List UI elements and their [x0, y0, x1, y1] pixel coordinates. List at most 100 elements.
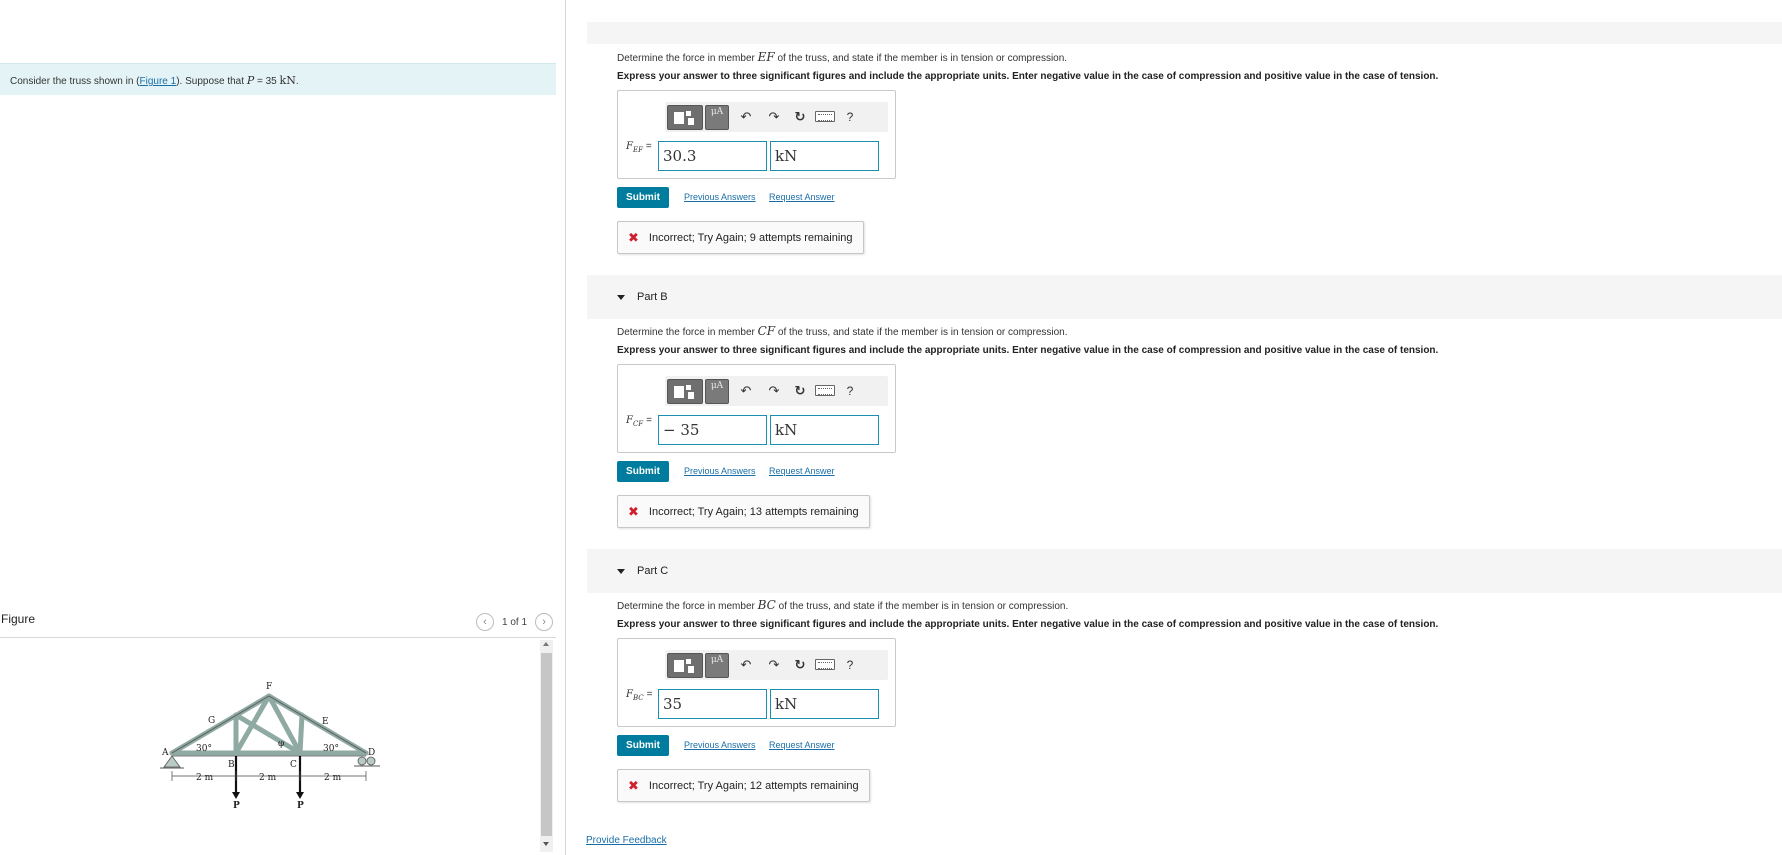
- previous-answers-link[interactable]: Previous Answers: [684, 192, 756, 202]
- next-figure-button[interactable]: ›: [535, 613, 554, 631]
- question-prefix: Determine the force in member: [617, 601, 758, 612]
- problem-text-middle: ). Suppose that: [176, 76, 247, 87]
- scroll-thumb[interactable]: [541, 653, 552, 836]
- part-c-feedback: ✖ Incorrect; Try Again; 12 attempts rema…: [617, 769, 870, 802]
- undo-icon[interactable]: ↶: [737, 656, 755, 674]
- help-icon[interactable]: ?: [841, 656, 859, 674]
- answer-units-input[interactable]: kN: [770, 415, 879, 445]
- reset-icon[interactable]: ↻: [791, 382, 809, 400]
- label-c: C: [290, 760, 297, 770]
- problem-statement: Consider the truss shown in (Figure 1). …: [0, 63, 556, 95]
- templates-button[interactable]: [667, 379, 703, 404]
- right-pane: Determine the force in member EF of the …: [567, 0, 1782, 855]
- left-pane: Consider the truss shown in (Figure 1). …: [0, 0, 566, 855]
- part-a-question: Determine the force in member EF of the …: [617, 50, 1067, 64]
- part-b-feedback: ✖ Incorrect; Try Again; 13 attempts rema…: [617, 495, 870, 528]
- label-f: F: [266, 682, 272, 692]
- figure-pager: ‹ 1 of 1 ›: [476, 613, 554, 631]
- request-answer-link[interactable]: Request Answer: [769, 466, 835, 476]
- part-a-header-strip: [587, 22, 1782, 44]
- collapse-caret-icon[interactable]: [617, 568, 625, 574]
- part-b-header[interactable]: Part B: [587, 275, 1782, 319]
- redo-icon[interactable]: ↷: [765, 656, 783, 674]
- submit-button[interactable]: Submit: [617, 735, 669, 756]
- submit-button[interactable]: Submit: [617, 187, 669, 208]
- member-name: EF: [757, 50, 775, 64]
- angle-right: 30°: [323, 744, 339, 754]
- truss-figure: A B C D E F G 30° 30° φ 2 m 2 m 2 m P P: [160, 682, 380, 811]
- redo-icon[interactable]: ↷: [765, 382, 783, 400]
- incorrect-icon: ✖: [628, 777, 639, 793]
- answer-value-input[interactable]: 35: [658, 689, 767, 719]
- incorrect-icon: ✖: [628, 503, 639, 519]
- problem-unit: kN: [279, 74, 296, 87]
- figure-scrollbar[interactable]: [540, 640, 553, 852]
- problem-text-prefix: Consider the truss shown in (: [10, 76, 140, 87]
- label-a: A: [161, 748, 169, 758]
- part-c-title: Part C: [637, 565, 669, 577]
- previous-answers-link[interactable]: Previous Answers: [684, 740, 756, 750]
- request-answer-link[interactable]: Request Answer: [769, 740, 835, 750]
- undo-icon[interactable]: ↶: [737, 108, 755, 126]
- problem-suffix: .: [295, 76, 299, 87]
- question-suffix: of the truss, and state if the member is…: [774, 53, 1068, 64]
- scroll-down-arrow[interactable]: [543, 842, 549, 846]
- answer-units-input[interactable]: kN: [770, 141, 879, 171]
- collapse-caret-icon[interactable]: [617, 294, 625, 300]
- provide-feedback-link[interactable]: Provide Feedback: [586, 835, 667, 846]
- answer-value-input[interactable]: 30.3: [658, 141, 767, 171]
- part-c-question: Determine the force in member BC of the …: [617, 598, 1068, 612]
- keyboard-icon[interactable]: [815, 659, 835, 670]
- dim-label-3: 2 m: [324, 773, 342, 783]
- submit-button[interactable]: Submit: [617, 461, 669, 482]
- incorrect-icon: ✖: [628, 229, 639, 245]
- units-button[interactable]: μA: [705, 653, 729, 678]
- templates-button[interactable]: [667, 653, 703, 678]
- feedback-message: Incorrect; Try Again; 9 attempts remaini…: [648, 231, 853, 244]
- prev-figure-button[interactable]: ‹: [476, 613, 494, 631]
- question-suffix: of the truss, and state if the member is…: [775, 327, 1068, 338]
- help-icon[interactable]: ?: [841, 108, 859, 126]
- previous-answers-link[interactable]: Previous Answers: [684, 466, 756, 476]
- label-g: G: [208, 716, 215, 726]
- answer-variable: FBC =: [626, 689, 653, 702]
- reset-icon[interactable]: ↻: [791, 656, 809, 674]
- undo-icon[interactable]: ↶: [737, 382, 755, 400]
- answer-variable: FCF =: [626, 415, 653, 428]
- help-icon[interactable]: ?: [841, 382, 859, 400]
- angle-left: 30°: [196, 744, 212, 754]
- answer-units-input[interactable]: kN: [770, 689, 879, 719]
- question-prefix: Determine the force in member: [617, 327, 758, 338]
- load-label-2: P: [297, 801, 304, 811]
- figure-title: Figure: [1, 612, 36, 626]
- label-d: D: [368, 748, 375, 758]
- part-c-header[interactable]: Part C: [587, 549, 1782, 593]
- keyboard-icon[interactable]: [815, 111, 835, 122]
- keyboard-icon[interactable]: [815, 385, 835, 396]
- units-button[interactable]: μA: [705, 105, 729, 130]
- part-a-answer-box: μA ↶ ↷ ↻ ? FEF = 30.3 kN: [617, 90, 896, 179]
- question-suffix: of the truss, and state if the member is…: [775, 601, 1069, 612]
- member-name: BC: [757, 598, 776, 612]
- answer-variable: FEF =: [626, 141, 652, 154]
- templates-button[interactable]: [667, 105, 703, 130]
- request-answer-link[interactable]: Request Answer: [769, 192, 835, 202]
- scroll-up-arrow[interactable]: [543, 642, 549, 646]
- feedback-message: Incorrect; Try Again; 12 attempts remain…: [648, 779, 859, 792]
- part-c-answer-box: μA ↶ ↷ ↻ ? FBC = 35 kN: [617, 638, 896, 727]
- redo-icon[interactable]: ↷: [765, 108, 783, 126]
- dim-label-1: 2 m: [196, 773, 214, 783]
- part-a-feedback: ✖ Incorrect; Try Again; 9 attempts remai…: [617, 221, 864, 254]
- units-button[interactable]: μA: [705, 379, 729, 404]
- part-c-instructions: Express your answer to three significant…: [617, 619, 1439, 630]
- figure-link[interactable]: Figure 1: [140, 76, 177, 87]
- math-toolbar: μA ↶ ↷ ↻ ?: [665, 376, 888, 406]
- part-b-question: Determine the force in member CF of the …: [617, 324, 1068, 338]
- roller-support-d: [357, 756, 367, 766]
- part-b-instructions: Express your answer to three significant…: [617, 345, 1439, 356]
- figure-divider: [0, 637, 556, 638]
- reset-icon[interactable]: ↻: [791, 108, 809, 126]
- math-toolbar: μA ↶ ↷ ↻ ?: [665, 102, 888, 132]
- part-a-instructions: Express your answer to three significant…: [617, 71, 1439, 82]
- answer-value-input[interactable]: − 35: [658, 415, 767, 445]
